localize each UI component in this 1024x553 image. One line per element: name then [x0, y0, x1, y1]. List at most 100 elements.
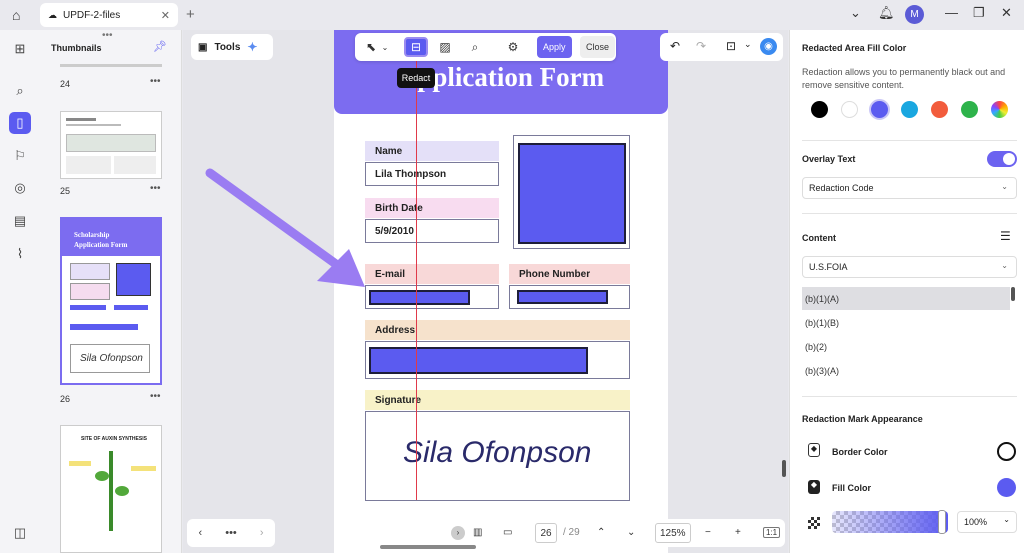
undo-icon[interactable]: ↶ — [670, 39, 680, 53]
page-number: 25 — [60, 186, 71, 196]
next-icon[interactable]: › — [260, 527, 264, 539]
signature-text: Sila Ofonpson — [403, 436, 592, 469]
page-number-input[interactable]: 26 — [535, 523, 557, 543]
zoom-field[interactable]: 125% — [655, 523, 691, 543]
phone-redaction[interactable] — [517, 290, 608, 304]
chevron-down-icon[interactable]: ⌄ — [744, 39, 752, 50]
search-icon[interactable]: ⌕ — [9, 80, 31, 102]
restore-icon[interactable]: ❐ — [973, 5, 985, 21]
select-cursor-icon[interactable]: ⬉ — [363, 37, 379, 57]
close-button[interactable]: Close — [580, 36, 616, 58]
thumbnails-header: Thumbnails — [51, 43, 102, 53]
thumbnails-icon[interactable]: ▯ — [9, 112, 31, 134]
bookmark-icon[interactable]: ⚐ — [9, 145, 31, 167]
layout-icon[interactable]: ◫ — [9, 522, 31, 544]
content-option[interactable]: (b)(3)(A) — [802, 359, 1010, 382]
thumb-signature: Sila Ofonpson — [80, 353, 143, 364]
photo-redaction[interactable] — [518, 143, 626, 244]
pin-icon[interactable]: 📌︎ — [153, 40, 167, 53]
page-more-icon[interactable]: ••• — [150, 183, 161, 194]
divider — [802, 396, 1017, 397]
color-swatch-blue-selected[interactable] — [869, 99, 890, 120]
fill-color-swatch[interactable] — [997, 478, 1016, 497]
thumbnails-panel: ••• Thumbnails 📌︎ 24 ••• 25 ••• Scholars… — [40, 30, 182, 553]
content-option[interactable]: (b)(1)(B) — [802, 311, 1010, 334]
page-down-icon[interactable]: ⌄ — [627, 527, 635, 538]
avatar[interactable]: M — [905, 5, 924, 24]
search-redact-icon[interactable]: ⌕ — [465, 37, 485, 57]
zoom-in-icon[interactable]: + — [735, 527, 741, 538]
color-swatch-white[interactable] — [841, 101, 858, 118]
opacity-slider-handle[interactable] — [938, 510, 946, 534]
minimize-icon[interactable]: — — [945, 5, 958, 20]
redact-button[interactable]: ⊟ — [404, 37, 428, 57]
chevron-down-icon[interactable]: ⌄ — [850, 5, 861, 21]
color-swatch-custom[interactable] — [991, 101, 1008, 118]
overlay-text-toggle[interactable] — [987, 151, 1017, 167]
redaction-properties-panel: Redacted Area Fill Color Redaction allow… — [789, 30, 1024, 553]
zoom-out-icon[interactable]: − — [705, 527, 711, 538]
thumbnail-page-25[interactable] — [60, 111, 162, 179]
page-more-icon[interactable]: ••• — [150, 391, 161, 402]
list-scrollbar[interactable] — [1011, 287, 1015, 301]
home-icon[interactable]: ⌂ — [12, 7, 20, 23]
content-option[interactable]: (b)(2) — [802, 335, 1010, 358]
guide-line — [416, 60, 417, 500]
name-label: Name — [365, 141, 499, 161]
close-tab-icon[interactable]: ✕ — [161, 9, 170, 22]
overlay-text-select[interactable]: Redaction Code ⌄ — [802, 177, 1017, 199]
reading-mode-icon[interactable]: ▥ — [473, 527, 482, 538]
comment-icon[interactable]: ◎ — [9, 177, 31, 199]
drag-handle[interactable]: ••• — [102, 30, 113, 41]
close-window-icon[interactable]: ✕ — [1001, 5, 1012, 21]
color-swatch-green[interactable] — [961, 101, 978, 118]
attachment-icon[interactable]: ⌇ — [9, 243, 31, 265]
redact-pages-icon[interactable]: ▨ — [435, 37, 455, 57]
divider — [802, 140, 1017, 141]
redo-icon[interactable]: ↷ — [696, 39, 706, 53]
apply-button[interactable]: Apply — [537, 36, 572, 58]
left-rail: ⊞ ⌕ ▯ ⚐ ◎ ▤ ⌇ ◫ — [0, 30, 40, 553]
page-more-icon[interactable]: ••• — [150, 76, 161, 87]
document-tab[interactable]: ☁ UPDF-2-files ✕ — [40, 3, 178, 27]
color-swatch-red[interactable] — [931, 101, 948, 118]
color-swatch-black[interactable] — [811, 101, 828, 118]
chevron-down-icon: ⌄ — [1001, 182, 1008, 191]
overlay-text-title: Overlay Text — [802, 154, 856, 164]
appearance-title: Redaction Mark Appearance — [802, 414, 923, 424]
page-controls: › ▥ ▭ 26 / 29 ⌃ ⌄ 125% − + 1:1 — [445, 519, 785, 547]
ai-assistant-icon[interactable]: ◉ — [760, 38, 777, 55]
address-redaction[interactable] — [369, 347, 588, 374]
page-up-icon[interactable]: ⌃ — [597, 527, 605, 538]
thumbnail-page-27[interactable]: SITE OF AUXIN SYNTHESIS — [60, 425, 162, 553]
filter-settings-icon[interactable]: ☰ — [1000, 229, 1011, 243]
border-color-swatch[interactable] — [997, 442, 1016, 461]
thumbnail-page-26[interactable]: Scholarship Application Form Sila Ofonps… — [60, 217, 162, 385]
vertical-scrollbar[interactable] — [782, 460, 786, 477]
more-icon[interactable]: ••• — [225, 527, 237, 539]
horizontal-scrollbar[interactable] — [380, 545, 476, 549]
fit-page-icon[interactable]: 1:1 — [763, 527, 781, 538]
overlay-text-value: Redaction Code — [809, 183, 874, 193]
document-title: Application Form — [397, 62, 605, 92]
content-select[interactable]: U.S.FOIA ⌄ — [802, 256, 1017, 278]
opacity-slider[interactable] — [832, 511, 948, 533]
opacity-select[interactable]: 100% ⌄ — [957, 511, 1017, 533]
redaction-settings-icon[interactable]: ⚙ — [503, 37, 523, 57]
color-swatch-cyan[interactable] — [901, 101, 918, 118]
save-icon[interactable]: ⊡ — [726, 39, 736, 53]
grid-icon[interactable]: ⊞ — [9, 38, 31, 60]
prev-icon[interactable]: ‹ — [199, 527, 203, 539]
tools-button[interactable]: ▣ Tools ✦ — [191, 34, 273, 60]
divider — [802, 213, 1017, 214]
bell-icon[interactable]: 🔔︎ — [878, 5, 895, 21]
content-option[interactable]: (b)(1)(A) — [802, 287, 1010, 310]
redact-toolbar: ⬉ ⌄ ⊟ ▨ ⌕ ⚙ Apply Close — [355, 33, 616, 61]
layers-icon[interactable]: ▤ — [9, 210, 31, 232]
new-tab-icon[interactable]: + — [186, 6, 195, 23]
collapse-icon[interactable]: › — [451, 526, 465, 540]
presentation-icon[interactable]: ▭ — [503, 527, 512, 538]
arrow-annotation — [205, 168, 365, 287]
email-redaction[interactable] — [369, 290, 470, 305]
chevron-down-icon[interactable]: ⌄ — [380, 37, 390, 57]
